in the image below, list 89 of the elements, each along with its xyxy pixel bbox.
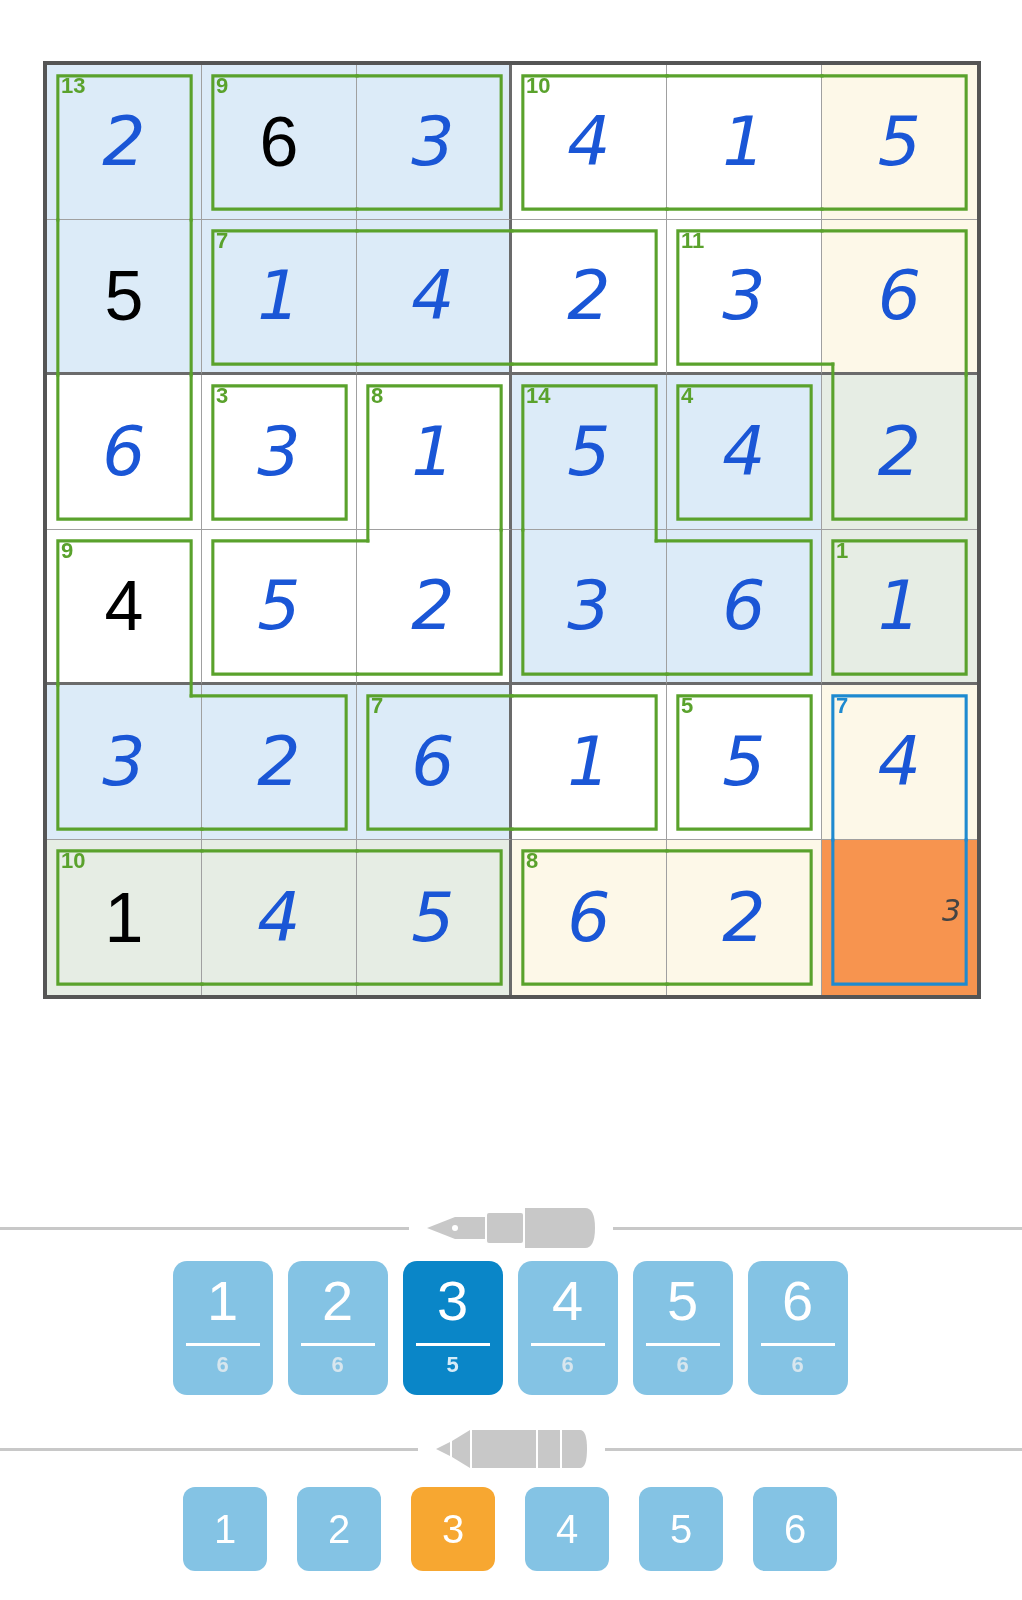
entered-digit: 5 — [722, 728, 766, 796]
grid-cell[interactable]: 9 4 — [47, 530, 202, 685]
grid-cell[interactable]: 5 — [202, 530, 357, 685]
entered-digit: 6 — [722, 572, 766, 640]
given-digit: 6 — [259, 107, 299, 177]
cage-sum: 3 — [216, 385, 229, 407]
entered-digit: 3 — [257, 418, 301, 486]
entered-digit: 5 — [877, 108, 922, 176]
entered-digit: 6 — [877, 262, 922, 330]
entered-digit: 2 — [411, 572, 455, 640]
grid-cell[interactable]: 10 1 — [47, 840, 202, 995]
entered-digit: 3 — [722, 262, 766, 330]
entered-digit: 2 — [257, 728, 301, 796]
grid-cell[interactable]: 13 2 — [47, 65, 202, 220]
grid-cell[interactable]: 2 — [357, 530, 512, 685]
entered-digit: 6 — [102, 418, 146, 486]
entered-digit: 4 — [877, 728, 922, 796]
grid-cell[interactable]: 3 — [512, 530, 667, 685]
entered-digit: 2 — [877, 418, 922, 486]
cage-sum: 13 — [61, 75, 86, 97]
entered-digit: 5 — [411, 883, 455, 952]
cage-sum: 9 — [61, 540, 74, 562]
given-digit: 5 — [104, 261, 144, 331]
grid-cell[interactable]: 6 — [47, 375, 202, 530]
entered-digit: 2 — [722, 883, 766, 952]
cage-sum: 14 — [526, 385, 551, 407]
grid-cell[interactable]: 2 — [667, 840, 822, 995]
entered-digit: 2 — [102, 108, 146, 176]
given-digit: 1 — [104, 882, 144, 953]
grid-cell[interactable]: 10 4 — [512, 65, 667, 220]
grid-cell[interactable]: 8 6 — [512, 840, 667, 995]
grid-cell[interactable]: 5 5 — [667, 685, 822, 840]
pencil-mark: 3 — [941, 896, 961, 926]
grid-cell[interactable]: 8 1 — [357, 375, 512, 530]
grid-cell[interactable]: 3 — [357, 65, 512, 220]
cage-sum: 11 — [681, 230, 705, 252]
cage-sum: 4 — [681, 385, 694, 407]
cage-sum: 10 — [61, 850, 86, 872]
entered-digit: 3 — [411, 108, 455, 176]
cage-sum: 7 — [216, 230, 229, 252]
grid-cell[interactable]: 7 1 — [202, 220, 357, 375]
entered-digit: 4 — [257, 883, 301, 952]
given-digit: 4 — [104, 571, 144, 641]
cage-sum: 5 — [681, 695, 694, 717]
grid-cell[interactable]: 5 — [47, 220, 202, 375]
grid-cell[interactable]: 2 — [512, 220, 667, 375]
grid-cell[interactable]: 4 — [357, 220, 512, 375]
cage-sum: 10 — [526, 75, 551, 97]
grid-cell[interactable]: 4 4 — [667, 375, 822, 530]
grid-cell[interactable]: 6 — [667, 530, 822, 685]
entered-digit: 5 — [257, 572, 301, 640]
grid-cell[interactable]: 2 — [822, 375, 977, 530]
grid-cell[interactable]: 2 — [202, 685, 357, 840]
entered-digit: 6 — [567, 883, 611, 952]
grid-cell[interactable]: 3 — [47, 685, 202, 840]
cage-sum: 7 — [836, 695, 849, 717]
cage-sum: 8 — [371, 385, 384, 407]
grid-cell[interactable]: 4 — [202, 840, 357, 995]
entered-digit: 3 — [102, 728, 146, 796]
entered-digit: 1 — [722, 108, 766, 176]
entered-digit: 4 — [411, 262, 455, 330]
grid-cell[interactable]: 3 — [822, 840, 977, 995]
cage-sum: 1 — [836, 540, 849, 562]
entered-digit: 3 — [567, 572, 611, 640]
grid-cell[interactable]: 7 6 — [357, 685, 512, 840]
grid-cell[interactable]: 1 — [667, 65, 822, 220]
entered-digit: 1 — [411, 418, 455, 486]
grid-cell[interactable]: 5 — [357, 840, 512, 995]
entered-digit: 4 — [722, 418, 766, 486]
entered-digit: 4 — [567, 108, 611, 176]
grid-cell[interactable]: 3 3 — [202, 375, 357, 530]
grid-cell[interactable]: 1 1 — [822, 530, 977, 685]
grid-cell[interactable]: 6 — [822, 220, 977, 375]
entered-digit: 1 — [567, 728, 611, 796]
entered-digit: 2 — [567, 262, 611, 330]
cage-sum: 7 — [371, 695, 384, 717]
entered-digit: 1 — [257, 262, 301, 330]
entered-digit: 5 — [567, 418, 611, 486]
entered-digit: 1 — [877, 572, 922, 640]
cage-sum: 8 — [526, 850, 539, 872]
digit-button[interactable]: 3 5 — [402, 1261, 503, 1395]
grid-cell[interactable]: 7 4 — [822, 685, 977, 840]
grid-cell[interactable]: 1 — [512, 685, 667, 840]
grid-cell[interactable]: 14 5 — [512, 375, 667, 530]
cage-sum: 9 — [216, 75, 229, 97]
grid-cell[interactable]: 5 — [822, 65, 977, 220]
entered-digit: 6 — [411, 728, 455, 796]
grid-cell[interactable]: 9 6 — [202, 65, 357, 220]
grid-cell[interactable]: 11 3 — [667, 220, 822, 375]
